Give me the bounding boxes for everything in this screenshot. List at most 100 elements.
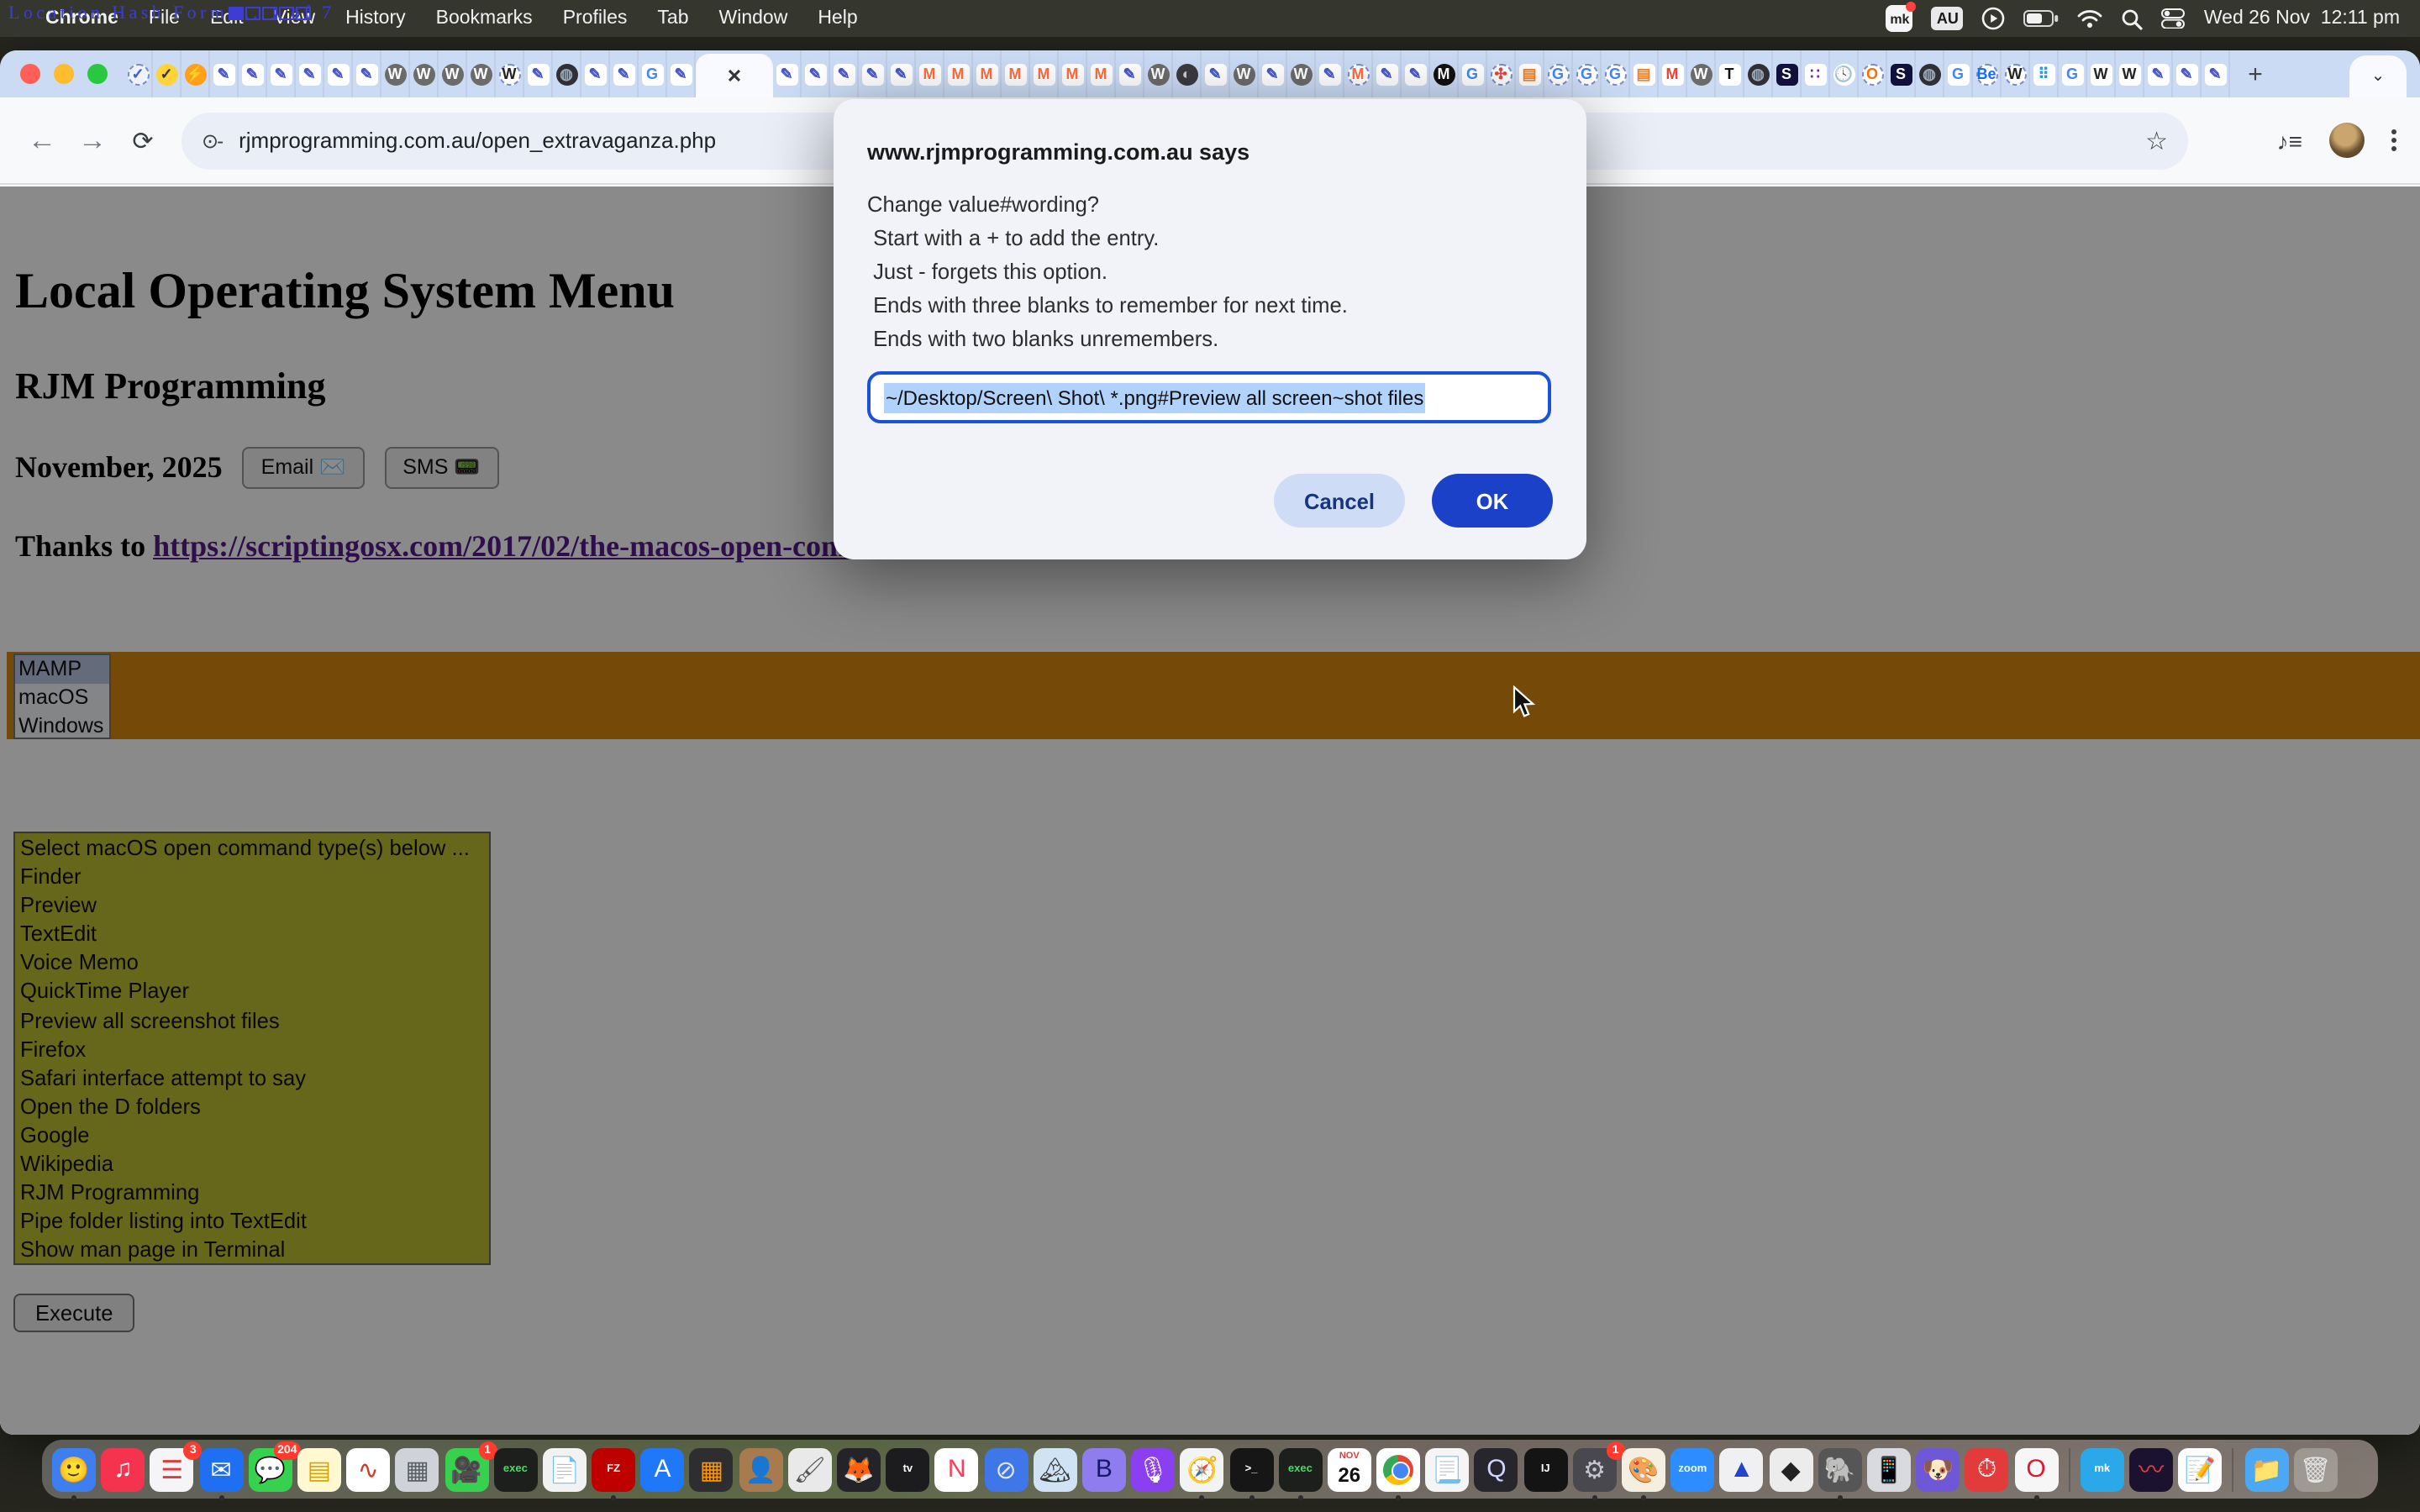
dock-item-apple-tv[interactable]: tv bbox=[886, 1447, 929, 1491]
mini-tab[interactable]: M bbox=[1659, 50, 1687, 97]
dock-item-facetime[interactable]: 🎥1 bbox=[445, 1447, 488, 1491]
dock-item-chrome[interactable] bbox=[1376, 1447, 1420, 1491]
dock-item-grapher[interactable]: ∿ bbox=[346, 1447, 390, 1491]
mini-tab[interactable]: W bbox=[2087, 50, 2116, 97]
zoom-window-button[interactable] bbox=[87, 64, 108, 84]
dock-item-bbedit[interactable]: B bbox=[1082, 1447, 1126, 1491]
menubar-item-history[interactable]: History bbox=[330, 0, 421, 37]
dock-item-disk-utility[interactable]: ⊘ bbox=[984, 1447, 1028, 1491]
mini-tab[interactable]: ✎ bbox=[581, 50, 610, 97]
dock-item-podcasts[interactable]: 🎙 bbox=[1131, 1447, 1175, 1491]
mini-tab[interactable]: ✎ bbox=[1116, 50, 1144, 97]
mini-tab[interactable]: M bbox=[1087, 50, 1116, 97]
mini-tab[interactable]: G bbox=[1573, 50, 1602, 97]
mini-tab[interactable]: ✎ bbox=[1202, 50, 1230, 97]
dock-item-exec-script[interactable]: exec bbox=[493, 1447, 537, 1491]
dock-item-exec-script-2[interactable]: exec bbox=[1278, 1447, 1322, 1491]
dock-item-news[interactable]: N bbox=[935, 1447, 979, 1491]
mk-menubar-app-icon[interactable]: mk bbox=[1886, 5, 1913, 32]
dock-item-music[interactable]: ♫ bbox=[101, 1447, 145, 1491]
mini-tab[interactable]: ✎ bbox=[1373, 50, 1402, 97]
dock-item-pet-app[interactable]: 🐶 bbox=[1916, 1447, 1960, 1491]
mini-tab[interactable]: ◍ bbox=[1916, 50, 1944, 97]
mini-tab[interactable]: M bbox=[1344, 50, 1373, 97]
dock-item-textedit[interactable]: 📝 bbox=[2179, 1447, 2223, 1491]
dock-item-libreoffice-writer[interactable]: 📃 bbox=[1426, 1447, 1470, 1491]
mini-tab[interactable]: W bbox=[1687, 50, 1716, 97]
mini-tab[interactable]: T bbox=[1716, 50, 1744, 97]
mini-tab[interactable]: ◍ bbox=[1744, 50, 1773, 97]
dock-item-contacts[interactable]: 👤 bbox=[739, 1447, 782, 1491]
mini-tab[interactable]: W bbox=[410, 50, 439, 97]
close-tab-icon[interactable]: ✕ bbox=[727, 65, 742, 87]
mini-tab[interactable]: ✎ bbox=[239, 50, 267, 97]
mini-tab[interactable]: ✎ bbox=[210, 50, 239, 97]
mini-tab[interactable]: ✎ bbox=[296, 50, 324, 97]
mini-tab[interactable]: ✎ bbox=[324, 50, 353, 97]
menubar-clock[interactable]: Wed 26 Nov 12:11 pm bbox=[2204, 8, 2400, 29]
mini-tab[interactable]: ✎ bbox=[773, 50, 802, 97]
mini-tab[interactable]: W bbox=[381, 50, 410, 97]
dock-item-audio-app[interactable]: 〰 bbox=[2129, 1447, 2173, 1491]
mini-tab[interactable]: ✎ bbox=[2173, 50, 2202, 97]
close-window-button[interactable] bbox=[20, 64, 40, 84]
url-text[interactable]: rjmprogramming.com.au/open_extravaganza.… bbox=[239, 128, 716, 153]
ok-button[interactable]: OK bbox=[1432, 474, 1553, 528]
dock-item-libreoffice[interactable]: 📄 bbox=[543, 1447, 587, 1491]
battery-icon[interactable] bbox=[2024, 10, 2060, 27]
forward-button[interactable]: → bbox=[67, 123, 118, 157]
active-tab[interactable]: ✕ bbox=[696, 54, 773, 97]
mini-tab[interactable]: ✎ bbox=[524, 50, 553, 97]
back-button[interactable]: ← bbox=[17, 123, 67, 157]
dock-item-calendar[interactable]: NOV26 bbox=[1328, 1447, 1371, 1491]
wifi-icon[interactable] bbox=[2078, 9, 2103, 28]
dock-item-firefox[interactable]: 🦊 bbox=[837, 1447, 881, 1491]
mini-tab[interactable]: G bbox=[1944, 50, 1973, 97]
dock-item-messages[interactable]: 💬204 bbox=[249, 1447, 292, 1491]
mini-tab[interactable]: ✎ bbox=[353, 50, 381, 97]
dock-item-calculator[interactable]: ▦ bbox=[690, 1447, 734, 1491]
mini-tab[interactable]: W bbox=[496, 50, 524, 97]
mini-tab[interactable]: S bbox=[1773, 50, 1802, 97]
mini-tab[interactable]: ✎ bbox=[1259, 50, 1287, 97]
mini-tab[interactable]: W bbox=[1230, 50, 1259, 97]
dock-item-safari[interactable]: 🧭 bbox=[1181, 1447, 1224, 1491]
mini-tab[interactable]: ✎ bbox=[1316, 50, 1344, 97]
dock-item-speedtest[interactable]: ⏱ bbox=[1965, 1447, 2009, 1491]
mini-tab[interactable]: M bbox=[916, 50, 944, 97]
minimize-window-button[interactable] bbox=[54, 64, 74, 84]
mini-tab[interactable]: ◍ bbox=[553, 50, 581, 97]
mini-tab[interactable]: ⠿ bbox=[2030, 50, 2059, 97]
mini-tab[interactable]: ▤ bbox=[1516, 50, 1544, 97]
mini-tab[interactable]: W bbox=[467, 50, 496, 97]
menubar-item-help[interactable]: Help bbox=[802, 0, 872, 37]
mini-tab[interactable]: ✎ bbox=[887, 50, 916, 97]
menubar-item-profiles[interactable]: Profiles bbox=[548, 0, 643, 37]
dock-item-trash[interactable]: 🗑 bbox=[2294, 1447, 2338, 1491]
control-center-icon[interactable] bbox=[2162, 8, 2186, 29]
dock-item-iphone-mirroring[interactable]: 📱 bbox=[1867, 1447, 1911, 1491]
dock-item-zoom[interactable]: zoom bbox=[1670, 1447, 1714, 1491]
dock-item-inkscape[interactable]: ◆ bbox=[1769, 1447, 1812, 1491]
dock-item-filezilla[interactable]: FZ bbox=[592, 1447, 635, 1491]
mini-tab[interactable]: O bbox=[1859, 50, 1887, 97]
chrome-menu-icon[interactable] bbox=[2391, 129, 2396, 151]
site-settings-icon[interactable]: ⊙- bbox=[202, 129, 222, 152]
mini-tab[interactable]: 🕓 bbox=[1830, 50, 1859, 97]
mini-tab[interactable]: W bbox=[439, 50, 467, 97]
mini-tab[interactable]: M bbox=[1030, 50, 1059, 97]
dock-item-quicktime[interactable]: Q bbox=[1475, 1447, 1518, 1491]
menubar-item-window[interactable]: Window bbox=[704, 0, 803, 37]
dock-item-prism-app[interactable]: ▲ bbox=[1720, 1447, 1764, 1491]
mini-tab[interactable]: G bbox=[1459, 50, 1487, 97]
mini-tab[interactable]: ✎ bbox=[859, 50, 887, 97]
mini-tab[interactable]: ✎ bbox=[610, 50, 639, 97]
mini-tab[interactable]: W bbox=[1287, 50, 1316, 97]
dock-item-image-capture[interactable]: 🏔 bbox=[1034, 1447, 1077, 1491]
mini-tab[interactable]: ⚡ bbox=[182, 50, 210, 97]
dock-item-finder[interactable]: 🙂 bbox=[52, 1447, 96, 1491]
media-controls-icon[interactable]: ♪≡ bbox=[2277, 127, 2302, 154]
mini-tab[interactable]: ∷ bbox=[1802, 50, 1830, 97]
mini-tab[interactable]: G bbox=[1544, 50, 1573, 97]
menubar-item-tab[interactable]: Tab bbox=[642, 0, 703, 37]
